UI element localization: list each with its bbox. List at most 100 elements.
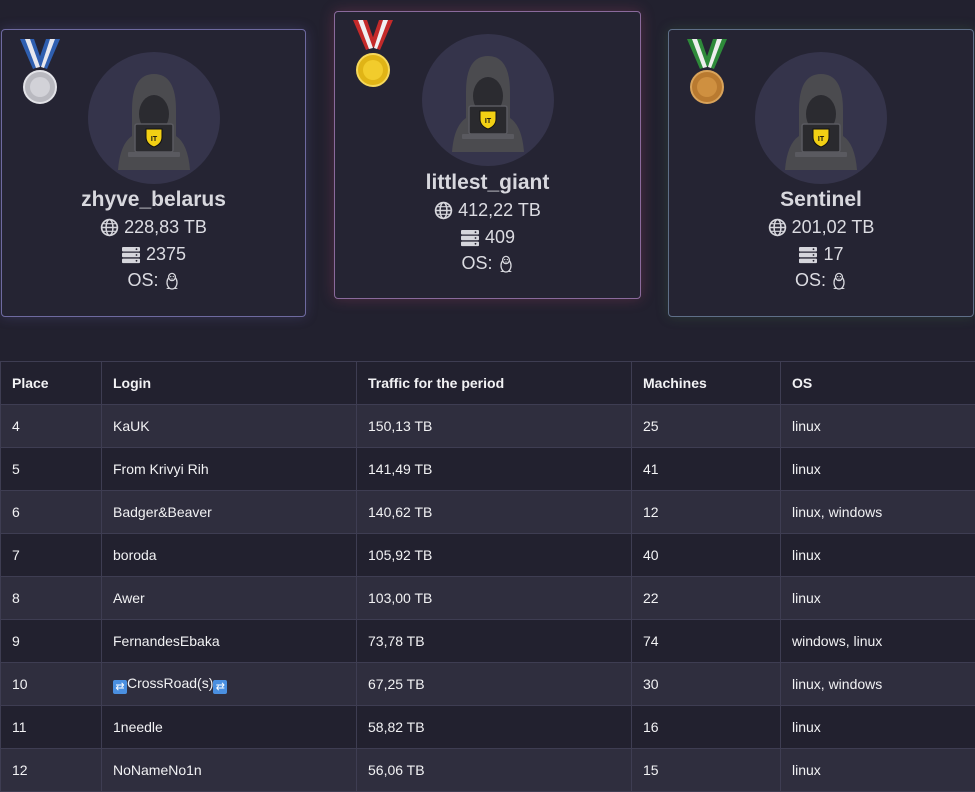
gold-medal-icon [348,20,398,90]
cell-os: windows, linux [781,620,975,663]
cell-traffic: 150,13 TB [357,405,632,448]
cell-login: KaUK [102,405,357,448]
table-row: 11 1needle 58,82 TB 16 linux [1,706,975,749]
cell-machines: 30 [632,663,781,706]
leaderboard-table: Place Login Traffic for the period Machi… [0,361,975,792]
cell-traffic: 73,78 TB [357,620,632,663]
shuffle-icon: ⇄ [213,680,227,694]
machines-stat: 2375 [2,244,305,265]
cell-traffic: 140,62 TB [357,491,632,534]
table-row: 8 Awer 103,00 TB 22 linux [1,577,975,620]
podium-card-third: Sentinel 201,02 TB 17 OS: [668,29,974,317]
cell-traffic: 67,25 TB [357,663,632,706]
server-icon [460,229,480,247]
os-stat: OS: [669,270,973,291]
column-header-place[interactable]: Place [1,362,102,405]
shuffle-icon: ⇄ [113,680,127,694]
cell-login: 1needle [102,706,357,749]
globe-icon [768,218,787,237]
cell-traffic: 58,82 TB [357,706,632,749]
traffic-value: 412,22 TB [458,200,541,221]
linux-penguin-icon [498,255,514,273]
cell-machines: 74 [632,620,781,663]
cell-machines: 25 [632,405,781,448]
cell-login: FernandesEbaka [102,620,357,663]
cell-traffic: 56,06 TB [357,749,632,792]
cell-machines: 12 [632,491,781,534]
silver-medal-icon [15,39,65,107]
column-header-login[interactable]: Login [102,362,357,405]
globe-icon [100,218,119,237]
avatar-hacker [755,52,887,184]
table-row: 5 From Krivyi Rih 141,49 TB 41 linux [1,448,975,491]
username: littlest_giant [335,171,640,195]
column-header-machines[interactable]: Machines [632,362,781,405]
table-row: 9 FernandesEbaka 73,78 TB 74 windows, li… [1,620,975,663]
login-text: CrossRoad(s) [127,675,213,691]
podium-card-second: zhyve_belarus 228,83 TB 2375 OS: [1,29,306,317]
cell-os: linux [781,706,975,749]
machines-stat: 409 [335,227,640,248]
cell-place: 7 [1,534,102,577]
linux-penguin-icon [164,272,180,290]
bronze-medal-icon [682,39,732,107]
os-stat: OS: [335,253,640,274]
cell-machines: 16 [632,706,781,749]
cell-place: 8 [1,577,102,620]
cell-machines: 15 [632,749,781,792]
cell-os: linux [781,749,975,792]
cell-login: NoNameNo1n [102,749,357,792]
cell-place: 11 [1,706,102,749]
server-icon [121,246,141,264]
username: Sentinel [669,188,973,212]
cell-traffic: 141,49 TB [357,448,632,491]
linux-penguin-icon [831,272,847,290]
cell-machines: 41 [632,448,781,491]
cell-login: ⇄CrossRoad(s)⇄ [102,663,357,706]
cell-place: 4 [1,405,102,448]
traffic-stat: 412,22 TB [335,200,640,221]
cell-place: 6 [1,491,102,534]
machines-value: 409 [485,227,515,248]
username: zhyve_belarus [2,188,305,212]
globe-icon [434,201,453,220]
traffic-stat: 201,02 TB [669,217,973,238]
cell-place: 9 [1,620,102,663]
table-row: 4 KaUK 150,13 TB 25 linux [1,405,975,448]
podium-card-first: littlest_giant 412,22 TB 409 OS: [334,11,641,299]
cell-os: linux [781,405,975,448]
cell-place: 12 [1,749,102,792]
cell-os: linux [781,448,975,491]
traffic-stat: 228,83 TB [2,217,305,238]
os-label: OS: [795,270,826,291]
cell-place: 5 [1,448,102,491]
column-header-traffic[interactable]: Traffic for the period [357,362,632,405]
machines-stat: 17 [669,244,973,265]
avatar-hacker [422,34,554,166]
os-label: OS: [127,270,158,291]
cell-login: From Krivyi Rih [102,448,357,491]
cell-login: Badger&Beaver [102,491,357,534]
machines-value: 2375 [146,244,186,265]
os-stat: OS: [2,270,305,291]
cell-os: linux, windows [781,491,975,534]
traffic-value: 228,83 TB [124,217,207,238]
cell-login: Awer [102,577,357,620]
table-row: 7 boroda 105,92 TB 40 linux [1,534,975,577]
cell-os: linux, windows [781,663,975,706]
machines-value: 17 [823,244,843,265]
table-row: 12 NoNameNo1n 56,06 TB 15 linux [1,749,975,792]
cell-login: boroda [102,534,357,577]
traffic-value: 201,02 TB [792,217,875,238]
table-row: 10 ⇄CrossRoad(s)⇄ 67,25 TB 30 linux, win… [1,663,975,706]
cell-place: 10 [1,663,102,706]
cell-machines: 40 [632,534,781,577]
os-label: OS: [461,253,492,274]
table-header-row: Place Login Traffic for the period Machi… [1,362,975,405]
server-icon [798,246,818,264]
table-row: 6 Badger&Beaver 140,62 TB 12 linux, wind… [1,491,975,534]
column-header-os[interactable]: OS [781,362,975,405]
cell-os: linux [781,534,975,577]
cell-traffic: 103,00 TB [357,577,632,620]
cell-machines: 22 [632,577,781,620]
